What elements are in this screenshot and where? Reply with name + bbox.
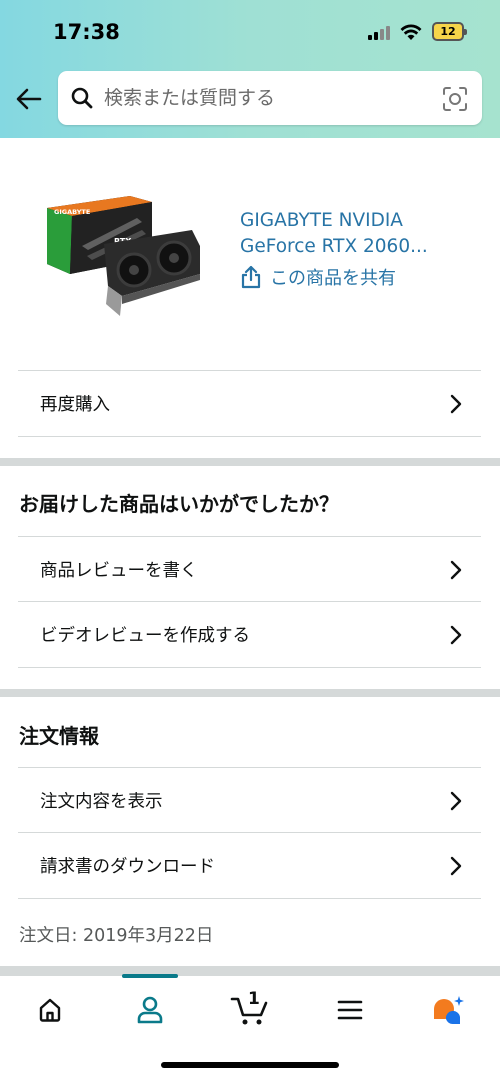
divider (18, 436, 481, 437)
order-section-title: 注文情報 (19, 724, 99, 748)
chevron-right-icon (450, 560, 462, 580)
back-arrow-icon (16, 88, 42, 110)
share-product-button[interactable]: この商品を共有 (240, 264, 396, 290)
section-separator (0, 689, 500, 697)
status-bar: 17:38 12 (0, 0, 500, 64)
nav-menu[interactable] (322, 990, 378, 1030)
status-icons: 12 (368, 22, 467, 41)
nav-home[interactable] (22, 990, 78, 1030)
review-section-title: お届けした商品はいかがでしたか？ (19, 492, 339, 516)
camera-scan-icon[interactable] (442, 86, 468, 112)
divider (18, 667, 481, 668)
share-icon (241, 265, 261, 289)
active-tab-indicator (122, 974, 178, 978)
nav-account[interactable] (122, 990, 178, 1030)
battery-level: 12 (440, 25, 456, 38)
share-label: この商品を共有 (270, 268, 396, 289)
product-summary: GIGABYTE RTX GIGABYTE NVIDIA GeForce RTX… (0, 138, 500, 370)
chevron-right-icon (450, 856, 462, 876)
view-order-label: 注文内容を表示 (40, 792, 163, 812)
box-brand-text: GIGABYTE (54, 208, 90, 216)
search-input[interactable] (104, 71, 434, 125)
wifi-icon (400, 24, 422, 40)
chevron-right-icon (450, 394, 462, 414)
download-invoice-row[interactable]: 請求書のダウンロード (18, 832, 481, 898)
buy-again-label: 再度購入 (40, 395, 110, 415)
write-review-row[interactable]: 商品レビューを書く (18, 536, 481, 602)
cart-count-badge: 1 (248, 989, 260, 1009)
view-order-row[interactable]: 注文内容を表示 (18, 767, 481, 833)
account-icon (137, 996, 163, 1024)
buy-again-row[interactable]: 再度購入 (18, 370, 481, 436)
menu-icon (337, 1000, 363, 1020)
ai-assistant-icon (434, 996, 464, 1025)
nav-ai-assistant[interactable] (420, 990, 476, 1030)
video-review-row[interactable]: ビデオレビューを作成する (18, 601, 481, 667)
battery-icon: 12 (432, 22, 467, 41)
header: 17:38 12 (0, 0, 500, 138)
section-separator (0, 966, 500, 975)
search-bar[interactable] (58, 71, 482, 125)
chevron-right-icon (450, 791, 462, 811)
signal-icon (368, 24, 390, 40)
section-separator (0, 458, 500, 466)
back-button[interactable] (14, 84, 44, 114)
chevron-right-icon (450, 625, 462, 645)
order-date: 注文日: 2019年3月22日 (19, 926, 214, 946)
home-icon (39, 998, 61, 1022)
product-image[interactable]: GIGABYTE RTX (42, 186, 207, 331)
home-indicator[interactable] (161, 1062, 339, 1068)
video-review-label: ビデオレビューを作成する (40, 626, 250, 646)
write-review-label: 商品レビューを書く (40, 561, 198, 581)
divider (18, 898, 481, 899)
status-time: 17:38 (53, 20, 120, 44)
search-icon (71, 87, 93, 109)
product-title[interactable]: GIGABYTE NVIDIA GeForce RTX 2060... (240, 208, 480, 260)
download-invoice-label: 請求書のダウンロード (40, 857, 215, 877)
